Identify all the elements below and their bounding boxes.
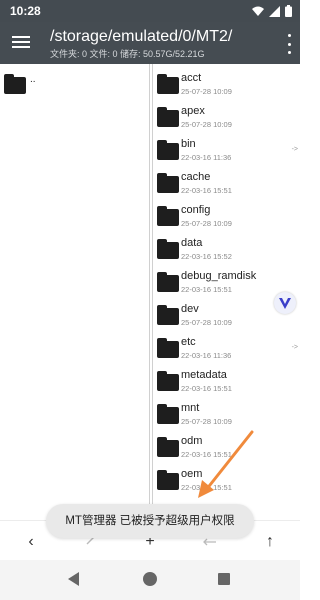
toolbar: /storage/emulated/0/MT2/ 文件夹: 0 文件: 0 储存… (0, 22, 300, 64)
folder-icon (157, 239, 179, 259)
file-name: etc (181, 336, 196, 348)
file-date: 25-07-28 10:09 (181, 318, 232, 327)
file-name: odm (181, 435, 203, 447)
folder-icon (4, 74, 26, 94)
file-date: 22-03-16 15:51 (181, 483, 232, 492)
folder-icon (157, 470, 179, 490)
folder-icon (157, 371, 179, 391)
folder-icon (157, 437, 179, 457)
file-date: 25-07-28 10:09 (181, 120, 232, 129)
file-name: debug_ramdisk (181, 270, 257, 282)
up-button[interactable]: ↑ (259, 531, 281, 553)
file-name: dev (181, 303, 199, 315)
status-time: 10:28 (10, 4, 41, 18)
symlink-indicator: -> (291, 146, 298, 153)
file-list-item[interactable]: apex 25-07-28 10:09 (153, 101, 300, 134)
folder-icon (157, 173, 179, 193)
file-list-item[interactable]: config 25-07-28 10:09 (153, 200, 300, 233)
file-date: 22-03-16 15:51 (181, 186, 232, 195)
folder-icon (157, 404, 179, 424)
parent-directory-label: .. (30, 74, 36, 85)
status-icons (252, 5, 292, 17)
file-list-item[interactable]: metadata 22-03-16 15:51 (153, 365, 300, 398)
parent-directory-item[interactable]: .. (0, 68, 150, 98)
file-date: 22-03-16 15:51 (181, 384, 232, 393)
file-list-item[interactable]: etc 22-03-16 11:36 -> (153, 332, 300, 365)
file-list-item[interactable]: odm 22-03-16 15:51 (153, 431, 300, 464)
folder-icon (157, 272, 179, 292)
v-logo-icon (279, 298, 291, 309)
file-name: metadata (181, 369, 227, 381)
folder-icon (157, 140, 179, 160)
file-date: 22-03-16 15:52 (181, 252, 232, 261)
file-name: bin (181, 138, 196, 150)
file-name: mnt (181, 402, 200, 414)
file-date: 22-03-16 15:51 (181, 450, 232, 459)
file-date: 22-03-16 11:36 (181, 351, 232, 360)
toast-message: MT管理器 已被授予超级用户权限 (46, 504, 254, 538)
file-date: 22-03-16 11:36 (181, 153, 232, 162)
file-date: 22-03-16 15:51 (181, 285, 232, 294)
symlink-indicator: -> (291, 344, 298, 351)
folder-icon (157, 206, 179, 226)
file-date: 25-07-28 10:09 (181, 219, 232, 228)
back-button[interactable]: ‹ (20, 531, 42, 553)
file-list-item[interactable]: oem 22-03-16 15:51 (153, 464, 300, 497)
file-date: 25-07-28 10:09 (181, 87, 232, 96)
file-name: config (181, 204, 211, 216)
signal-icon (269, 5, 280, 17)
wifi-icon (252, 6, 264, 16)
file-list-item[interactable]: acct 25-07-28 10:09 (153, 68, 300, 101)
file-list-item[interactable]: bin 22-03-16 11:36 -> (153, 134, 300, 167)
more-options-icon[interactable] (286, 34, 292, 54)
nav-recents-icon[interactable] (218, 573, 230, 585)
file-name: cache (181, 171, 211, 183)
nav-home-icon[interactable] (143, 572, 157, 586)
folder-icon (157, 74, 179, 94)
menu-icon[interactable] (10, 33, 32, 53)
folder-icon (157, 338, 179, 358)
file-date: 25-07-28 10:09 (181, 417, 232, 426)
file-name: apex (181, 105, 205, 117)
system-nav-bar (0, 560, 300, 600)
left-pane: .. (0, 64, 150, 520)
file-name: oem (181, 468, 203, 480)
status-bar: 10:28 (0, 0, 300, 22)
file-list-item[interactable]: cache 22-03-16 15:51 (153, 167, 300, 200)
battery-icon (285, 5, 292, 17)
folder-icon (157, 107, 179, 127)
folder-icon (157, 305, 179, 325)
nav-back-icon[interactable] (68, 572, 79, 586)
file-name: acct (181, 72, 202, 84)
file-list-item[interactable]: mnt 25-07-28 10:09 (153, 398, 300, 431)
storage-info: 文件夹: 0 文件: 0 储存: 50.57G/52.21G (50, 49, 205, 59)
file-list-item[interactable]: data 22-03-16 15:52 (153, 233, 300, 266)
file-name: data (181, 237, 203, 249)
vpn-badge[interactable] (274, 292, 296, 314)
current-path: /storage/emulated/0/MT2/ (50, 28, 233, 45)
